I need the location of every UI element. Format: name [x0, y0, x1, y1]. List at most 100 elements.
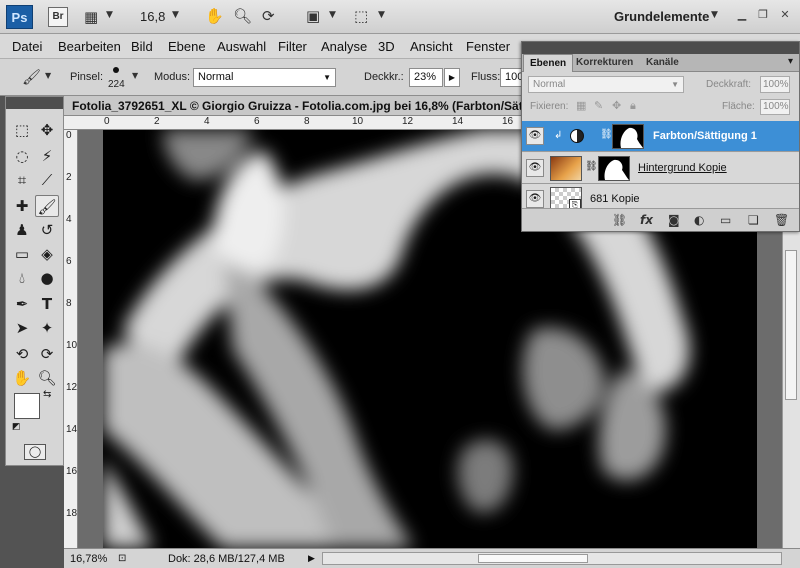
fill-field[interactable]: 100%	[760, 99, 790, 115]
visibility-eye-icon[interactable]: 👁︎	[526, 190, 544, 208]
eraser-tool-icon[interactable]: ▭	[10, 243, 34, 265]
close-icon[interactable]: ✕	[777, 8, 793, 22]
visibility-eye-icon[interactable]: 👁︎	[526, 127, 544, 145]
brush-tool-icon[interactable]: 🖌︎	[35, 195, 59, 217]
custom-shape-tool-icon[interactable]: ✦	[35, 317, 59, 339]
blend-mode-select[interactable]: Normal ▼	[528, 76, 684, 93]
mode-select[interactable]: Normal ▼	[193, 68, 336, 87]
opacity-slider-button[interactable]: ▶	[444, 68, 460, 87]
layer-name[interactable]: Hintergrund Kopie	[638, 162, 727, 174]
chevron-down-icon[interactable]: ▼	[711, 10, 718, 20]
lock-transparency-icon[interactable]: ▦	[576, 99, 586, 112]
new-layer-icon[interactable]: ❏	[748, 213, 759, 227]
layer-row[interactable]: 👁︎ ⛓ Hintergrund Kopie	[522, 153, 799, 184]
lasso-tool-icon[interactable]: ◌	[10, 145, 34, 167]
path-selection-tool-icon[interactable]: ➤	[10, 317, 34, 339]
layer-thumbnail[interactable]	[550, 156, 582, 181]
chain-link-icon[interactable]: ⛓	[600, 129, 613, 140]
arrange-icon[interactable]: ▣	[306, 7, 320, 25]
layer-name[interactable]: 681 Kopie	[590, 193, 640, 205]
panel-header[interactable]	[522, 42, 799, 54]
tab-korrekturen[interactable]: Korrekturen	[570, 54, 639, 72]
chain-link-icon[interactable]: ⛓	[585, 161, 598, 172]
menu-bild[interactable]: Bild	[131, 39, 153, 54]
vertical-ruler[interactable]: 0 2 4 6 8 10 12 14 16 18	[64, 130, 78, 548]
menu-analyse[interactable]: Analyse	[321, 39, 367, 54]
link-layers-icon[interactable]: ⛓	[612, 213, 627, 227]
chevron-down-icon[interactable]: ▼	[378, 10, 385, 20]
fx-icon[interactable]: fx	[640, 213, 653, 227]
layer-row[interactable]: 👁︎ ↲ ⛓ Farbton/Sättigung 1	[522, 121, 799, 152]
hand-icon[interactable]: ✋	[205, 7, 224, 25]
lock-all-icon[interactable]: 🔒︎	[630, 99, 636, 113]
play-icon[interactable]: ▶	[308, 553, 315, 564]
layer-mask-thumbnail[interactable]	[612, 124, 644, 149]
panel-menu-icon[interactable]: ▾	[788, 56, 793, 67]
crop-tool-icon[interactable]: ⌗	[10, 169, 34, 191]
zoom-tool-icon[interactable]: 🔍︎	[35, 367, 59, 389]
blur-tool-icon[interactable]: 💧︎	[10, 267, 34, 289]
3d-orbit-tool-icon[interactable]: ⟳	[35, 343, 59, 365]
pen-tool-icon[interactable]: ✒	[10, 293, 34, 315]
adjustment-layer-icon[interactable]: ◐	[694, 213, 704, 227]
magic-wand-tool-icon[interactable]: ⚡	[35, 145, 59, 167]
layer-name[interactable]: Farbton/Sättigung 1	[653, 130, 757, 142]
eyedropper-tool-icon[interactable]: ⟋	[35, 169, 59, 191]
new-group-icon[interactable]: ▭	[720, 213, 731, 227]
tab-ebenen[interactable]: Ebenen	[523, 54, 574, 72]
chevron-down-icon[interactable]: ▼	[172, 10, 179, 20]
bridge-button[interactable]: Br	[48, 7, 68, 27]
marquee-tool-icon[interactable]: ⬚	[10, 119, 34, 141]
minimize-icon[interactable]: ▁	[734, 8, 750, 22]
zoom-icon[interactable]: 🔍︎	[233, 7, 252, 25]
healing-brush-tool-icon[interactable]: ✚	[10, 195, 34, 217]
chevron-down-icon[interactable]: ▼	[132, 71, 138, 80]
chevron-down-icon[interactable]: ▼	[106, 10, 113, 20]
visibility-eye-icon[interactable]: 👁︎	[526, 159, 544, 177]
brush-icon[interactable]: 🖌︎	[22, 68, 41, 86]
screen-mode-icon[interactable]: ⬚	[354, 7, 368, 25]
tab-kanaele[interactable]: Kanäle	[640, 54, 685, 72]
move-tool-icon[interactable]: ✥	[35, 119, 59, 141]
opacity-field[interactable]: 23%	[409, 68, 443, 87]
brush-tip-preview[interactable]	[113, 67, 119, 73]
hand-tool-icon[interactable]: ✋	[10, 367, 34, 389]
paint-bucket-tool-icon[interactable]: ◈	[35, 243, 59, 265]
type-tool-icon[interactable]: T	[35, 293, 59, 315]
zoom-percentage[interactable]: 16,78%	[70, 553, 107, 565]
add-mask-icon[interactable]: ◙	[668, 213, 680, 227]
foreground-color-swatch[interactable]	[14, 393, 40, 419]
default-colors-icon[interactable]: ◩	[12, 422, 21, 432]
horizontal-scrollbar[interactable]	[322, 552, 782, 565]
menu-ansicht[interactable]: Ansicht	[410, 39, 453, 54]
film-strip-icon[interactable]: ▦	[84, 8, 98, 26]
layer-opacity-field[interactable]: 100%	[760, 76, 790, 93]
lock-position-icon[interactable]: ✥	[612, 99, 621, 112]
menu-bearbeiten[interactable]: Bearbeiten	[58, 39, 121, 54]
dodge-tool-icon[interactable]: ●	[35, 267, 59, 289]
swap-colors-icon[interactable]: ⇆	[43, 389, 51, 400]
menu-3d[interactable]: 3D	[378, 39, 395, 54]
zoom-level-field[interactable]: 16,8	[140, 9, 165, 24]
history-brush-tool-icon[interactable]: ↺	[35, 219, 59, 241]
menu-fenster[interactable]: Fenster	[466, 39, 510, 54]
menu-auswahl[interactable]: Auswahl	[217, 39, 266, 54]
lock-pixels-icon[interactable]: ✎	[594, 99, 603, 112]
quick-mask-icon[interactable]: ◯	[24, 444, 46, 460]
menu-datei[interactable]: Datei	[12, 39, 42, 54]
menu-ebene[interactable]: Ebene	[168, 39, 206, 54]
status-options-icon[interactable]: ⊡	[118, 553, 126, 564]
scrollbar-thumb[interactable]	[785, 250, 797, 400]
chevron-down-icon[interactable]: ▼	[329, 10, 336, 20]
delete-layer-icon[interactable]: 🗑︎	[774, 213, 789, 227]
menu-filter[interactable]: Filter	[278, 39, 307, 54]
chevron-down-icon[interactable]: ▼	[45, 71, 51, 80]
clone-stamp-tool-icon[interactable]: ♟	[10, 219, 34, 241]
scrollbar-thumb[interactable]	[478, 554, 588, 563]
layer-mask-thumbnail[interactable]	[598, 156, 630, 181]
workspace-selector[interactable]: Grundelemente	[614, 9, 709, 24]
restore-icon[interactable]: ❐	[755, 8, 771, 22]
3d-rotate-tool-icon[interactable]: ⟲	[10, 343, 34, 365]
rotate-view-icon[interactable]: ⟳	[262, 7, 275, 25]
toolbox-header[interactable]	[6, 97, 63, 109]
